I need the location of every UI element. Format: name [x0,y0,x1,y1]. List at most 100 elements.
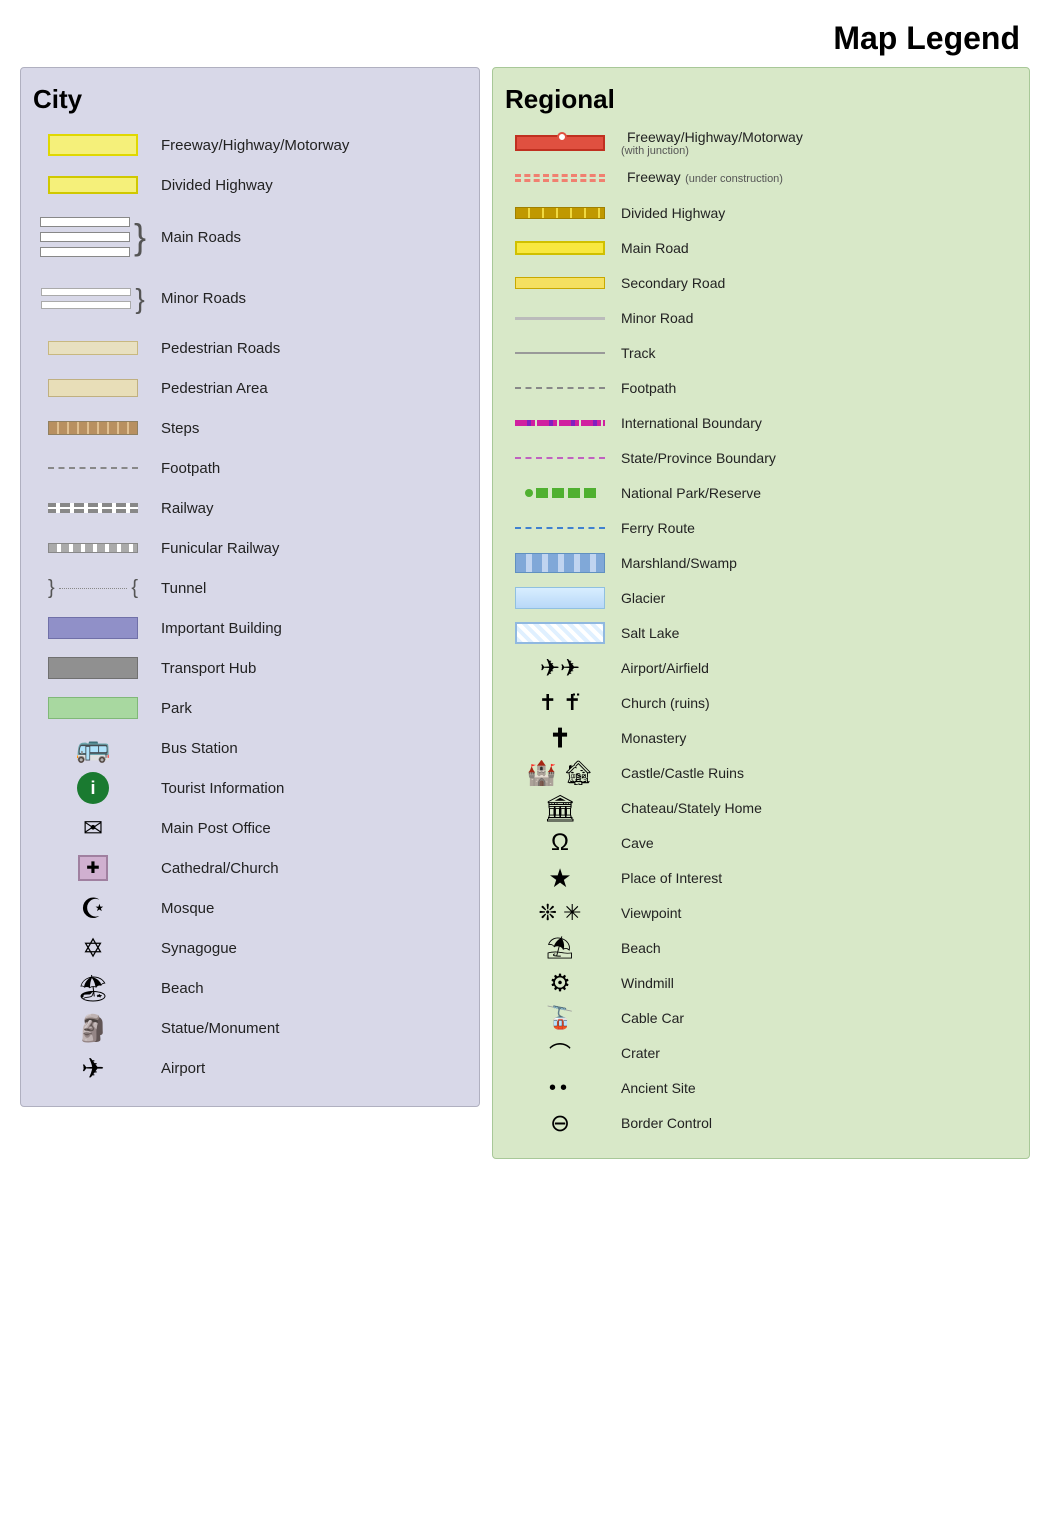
list-item: } Minor Roads [33,271,467,326]
post-office-label: Main Post Office [161,820,271,837]
list-item: ☪ Mosque [33,890,467,926]
reg-secondary-label: Secondary Road [621,275,725,291]
list-item: ⚙ Windmill [505,967,1017,999]
transport-hub-symbol [48,657,138,679]
reg-glacier-symbol [515,587,605,609]
list-item: ⌒ Crater [505,1037,1017,1069]
list-item: 🚌 Bus Station [33,730,467,766]
park-symbol [48,697,138,719]
railway-symbol [48,503,138,513]
reg-minor-symbol [515,317,605,320]
bus-station-label: Bus Station [161,740,238,757]
list-item: State/Province Boundary [505,442,1017,474]
main-roads-symbol: } [40,217,146,257]
synagogue-symbol: ✡ [82,933,104,964]
bus-station-symbol: 🚌 [76,734,111,762]
list-item: Steps [33,410,467,446]
reg-ferry-label: Ferry Route [621,520,695,536]
reg-freeway-construction-label: Freeway [627,169,681,185]
list-item: Divided Highway [33,167,467,203]
list-item: ✡ Synagogue [33,930,467,966]
list-item: } Main Roads [33,207,467,267]
reg-church-symbol: ✝ ✝̈ [539,690,582,716]
list-item: International Boundary [505,407,1017,439]
reg-national-park-symbol [525,488,596,498]
reg-intl-boundary-symbol [515,420,605,426]
minor-roads-label: Minor Roads [161,290,246,307]
list-item: Funicular Railway [33,530,467,566]
reg-viewpoint-label: Viewpoint [621,905,681,921]
list-item: ✚ Cathedral/Church [33,850,467,886]
city-title: City [33,84,467,115]
list-item: Park [33,690,467,726]
beach-symbol: 🏖 [76,973,109,1004]
list-item: Pedestrian Roads [33,330,467,366]
statue-label: Statue/Monument [161,1020,279,1037]
steps-label: Steps [161,420,199,437]
list-item: Minor Road [505,302,1017,334]
reg-main-road-label: Main Road [621,240,689,256]
reg-monastery-symbol: ✝ [549,723,571,754]
list-item: ✝ ✝̈ Church (ruins) [505,687,1017,719]
reg-windmill-label: Windmill [621,975,674,991]
reg-intl-boundary-label: International Boundary [621,415,762,431]
list-item: Freeway/Highway/Motorway (with junction) [505,127,1017,159]
list-item: 🗿 Statue/Monument [33,1010,467,1046]
reg-cable-car-symbol: 🚡 [546,1005,573,1031]
mosque-label: Mosque [161,900,214,917]
reg-glacier-label: Glacier [621,590,665,606]
pedestrian-roads-label: Pedestrian Roads [161,340,280,357]
list-item: Ferry Route [505,512,1017,544]
list-item: •• Ancient Site [505,1072,1017,1104]
list-item: Marshland/Swamp [505,547,1017,579]
mosque-symbol: ☪ [80,892,105,925]
reg-footpath-label: Footpath [621,380,676,396]
reg-church-label: Church (ruins) [621,695,710,711]
railway-label: Railway [161,500,214,517]
reg-chateau-symbol: 🏛 [543,793,576,824]
list-item: ✉ Main Post Office [33,810,467,846]
list-item: ❊ ✳ Viewpoint [505,897,1017,929]
list-item: Railway [33,490,467,526]
transport-hub-label: Transport Hub [161,660,256,677]
cathedral-label: Cathedral/Church [161,860,279,877]
reg-airport-label: Airport/Airfield [621,660,709,676]
list-item: Salt Lake [505,617,1017,649]
reg-freeway-sublabel: (with junction) [621,145,803,157]
reg-castle-symbol: 🏰 🏚 [526,759,593,788]
regional-panel: Regional Freeway/Highway/Motorway (with … [492,67,1030,1159]
city-panel: City Freeway/Highway/Motorway Divided Hi… [20,67,480,1107]
list-item: National Park/Reserve [505,477,1017,509]
steps-symbol [48,421,138,435]
divided-highway-label: Divided Highway [161,177,273,194]
page-title: Map Legend [20,20,1030,57]
list-item: Glacier [505,582,1017,614]
list-item: ⛱ Beach [505,932,1017,964]
reg-main-road-symbol [515,241,605,255]
list-item: ✈✈ Airport/Airfield [505,652,1017,684]
reg-divided-symbol [515,207,605,219]
list-item: 🏖 Beach [33,970,467,1006]
list-item: Transport Hub [33,650,467,686]
important-building-label: Important Building [161,620,282,637]
reg-marshland-symbol [515,553,605,573]
list-item: Footpath [505,372,1017,404]
reg-cave-symbol: Ω [551,829,569,857]
list-item: Divided Highway [505,197,1017,229]
regional-title: Regional [505,84,1017,115]
airport-symbol: ✈ [81,1052,104,1085]
reg-crater-symbol: ⌒ [549,1037,571,1069]
reg-track-symbol [515,352,605,354]
list-item: 🚡 Cable Car [505,1002,1017,1034]
reg-state-boundary-label: State/Province Boundary [621,450,776,466]
list-item: Pedestrian Area [33,370,467,406]
reg-national-park-label: National Park/Reserve [621,485,761,501]
reg-viewpoint-symbol: ❊ ✳ [539,900,582,926]
reg-castle-label: Castle/Castle Ruins [621,765,744,781]
reg-monastery-label: Monastery [621,730,686,746]
reg-salt-lake-label: Salt Lake [621,625,679,641]
funicular-symbol [48,543,138,553]
reg-border-control-symbol: ⊖ [550,1109,570,1138]
tourist-info-label: Tourist Information [161,780,284,797]
footpath-label: Footpath [161,460,220,477]
